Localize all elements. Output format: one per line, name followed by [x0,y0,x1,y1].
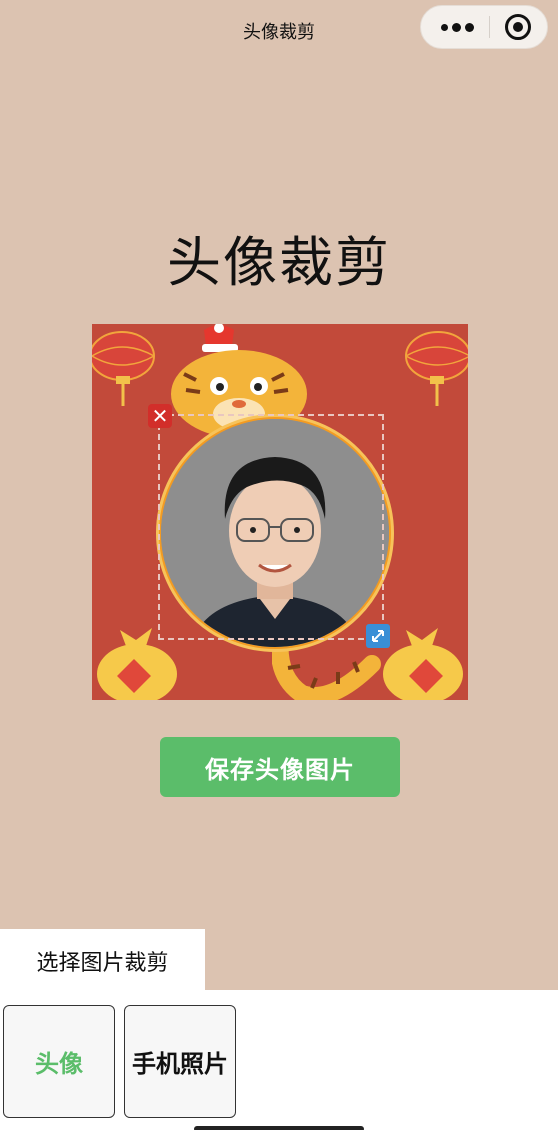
target-circle-icon[interactable] [505,14,531,40]
resize-icon[interactable] [366,624,390,648]
mini-program-capsule [420,5,548,49]
lantern-decoration-right [405,331,468,406]
page-heading: 头像裁剪 [167,231,391,294]
save-avatar-button[interactable]: 保存头像图片 [160,737,400,797]
home-indicator [194,1126,364,1130]
lantern-decoration-left [92,331,155,406]
option-phone-photo[interactable]: 手机照片 [124,1005,236,1118]
panel-title: 选择图片裁剪 [0,929,205,993]
close-icon[interactable]: ✕ [148,404,172,428]
crop-selection-box[interactable] [158,414,384,640]
lucky-bag-right [383,628,463,700]
option-avatar[interactable]: 头像 [3,1005,115,1118]
crop-canvas[interactable]: ✕ [92,324,468,700]
capsule-divider [489,16,490,38]
more-dots-icon[interactable] [441,22,474,32]
